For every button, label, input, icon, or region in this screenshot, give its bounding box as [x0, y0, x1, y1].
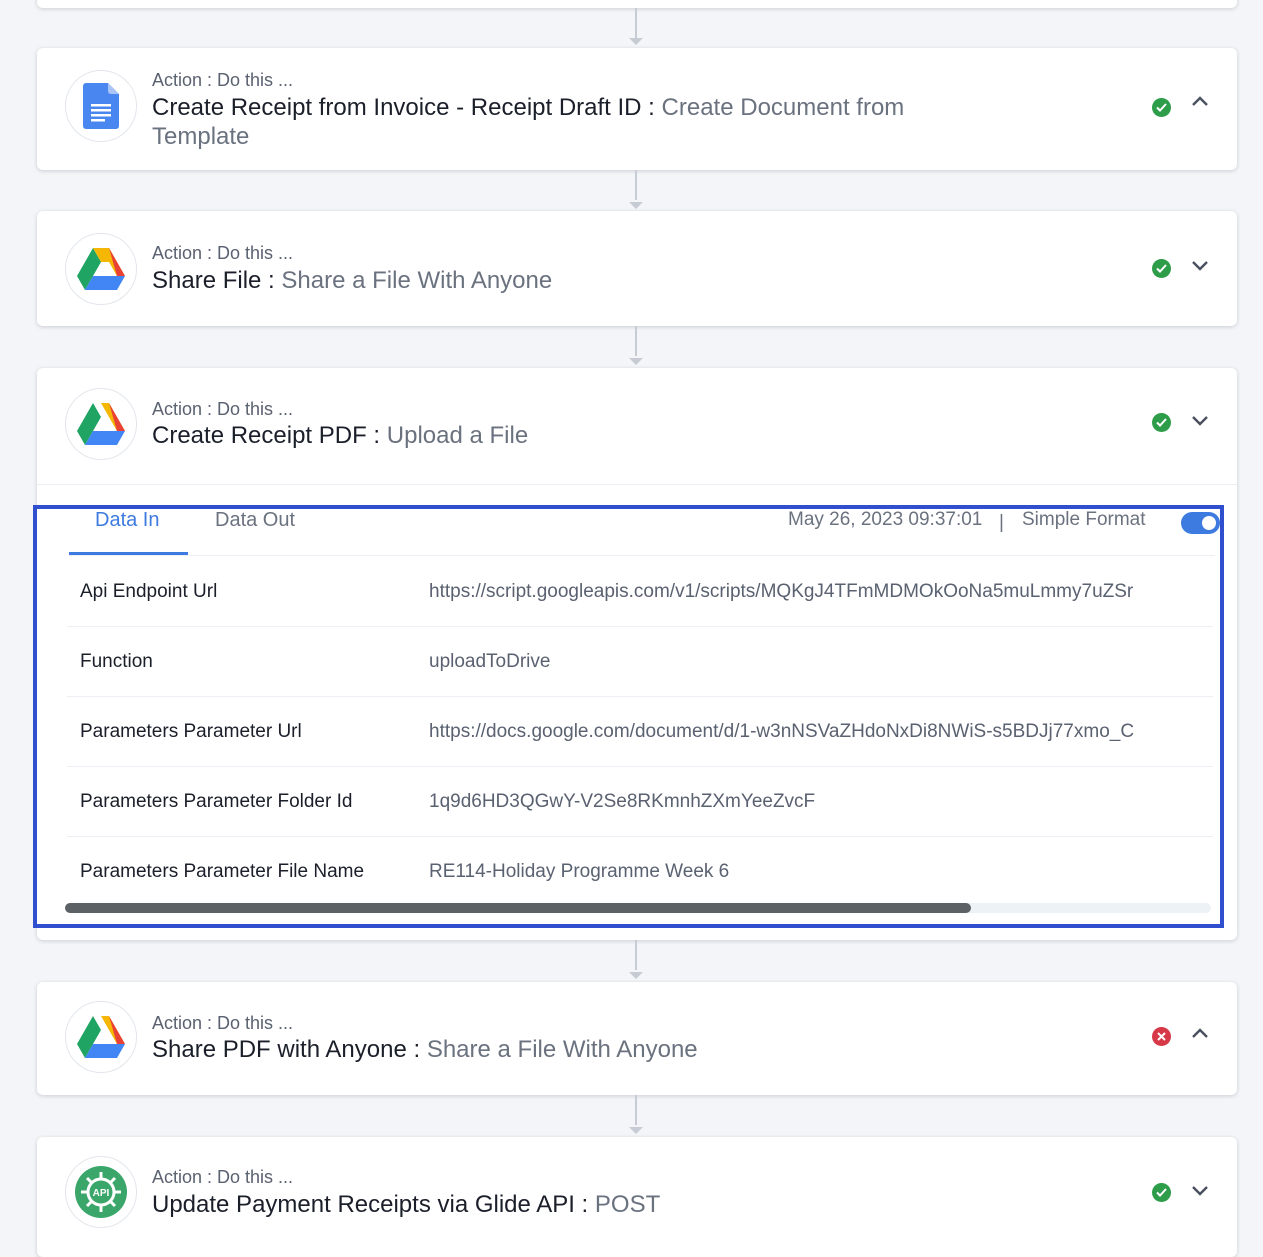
- tab-data-out[interactable]: Data Out: [215, 509, 295, 555]
- flow-arrow: [629, 972, 643, 979]
- step-title: Share PDF with Anyone : Share a File Wit…: [152, 1035, 912, 1064]
- table-row: Parameters Parameter File Name RE114-Hol…: [67, 837, 1213, 906]
- success-check-icon: [1152, 413, 1171, 432]
- step-event: Upload a File: [386, 422, 529, 449]
- data-tabs: Data In Data Out May 26, 2023 09:37:01 |…: [69, 509, 1220, 556]
- step-card-share-pdf[interactable]: Action : Do this ... Share PDF with Anyo…: [37, 982, 1237, 1095]
- header-divider: [37, 484, 1237, 485]
- step-name: Share File: [152, 267, 262, 294]
- google-docs-icon: [65, 70, 137, 142]
- scrollbar-thumb[interactable]: [65, 903, 971, 913]
- step-card-share-file[interactable]: Action : Do this ... Share File : Share …: [37, 211, 1237, 326]
- simple-format-toggle[interactable]: [1181, 512, 1220, 534]
- flow-connector: [635, 1095, 637, 1125]
- step-action-label: Action : Do this ...: [152, 1167, 294, 1187]
- row-value: RE114-Holiday Programme Week 6: [429, 861, 730, 882]
- run-timestamp: May 26, 2023 09:37:01: [788, 509, 983, 530]
- data-rows: Api Endpoint Url https://script.googleap…: [67, 557, 1213, 906]
- flow-connector: [635, 940, 637, 970]
- row-key: Parameters Parameter Folder Id: [80, 791, 353, 812]
- simple-format-label: Simple Format: [1022, 509, 1146, 530]
- flow-arrow: [629, 202, 643, 209]
- table-row: Api Endpoint Url https://script.googleap…: [67, 557, 1213, 627]
- data-panel: Data In Data Out May 26, 2023 09:37:01 |…: [33, 505, 1224, 928]
- row-value: https://script.googleapis.com/v1/scripts…: [429, 581, 1134, 602]
- success-check-icon: [1152, 259, 1171, 278]
- step-name: Create Receipt PDF: [152, 422, 367, 449]
- flow-arrow: [629, 1127, 643, 1134]
- chevron-up-icon[interactable]: [1190, 1024, 1210, 1044]
- table-row: Parameters Parameter Url https://docs.go…: [67, 697, 1213, 767]
- row-key: Parameters Parameter Url: [80, 721, 302, 742]
- api-icon: API: [65, 1156, 137, 1228]
- flow-connector: [635, 170, 637, 200]
- row-value: https://docs.google.com/document/d/1-w3n…: [429, 721, 1135, 742]
- step-action-label: Action : Do this ...: [152, 70, 294, 90]
- step-name: Share PDF with Anyone: [152, 1036, 407, 1063]
- row-key: Function: [80, 651, 153, 672]
- step-title: Share File : Share a File With Anyone: [152, 266, 912, 295]
- step-name: Create Receipt from Invoice - Receipt Dr…: [152, 94, 642, 121]
- success-check-icon: [1152, 1183, 1171, 1202]
- step-event: Share a File With Anyone: [281, 267, 553, 294]
- step-event: POST: [594, 1191, 661, 1218]
- google-drive-icon: [65, 388, 137, 460]
- step-card-update-glide[interactable]: API Action : Do this ... Update Payment …: [37, 1137, 1237, 1257]
- flow-arrow: [629, 38, 643, 45]
- step-title: Create Receipt from Invoice - Receipt Dr…: [152, 93, 912, 151]
- tab-data-in[interactable]: Data In: [95, 509, 159, 555]
- title-separator: :: [641, 94, 662, 121]
- title-separator: :: [574, 1191, 595, 1218]
- chevron-down-icon[interactable]: [1190, 1180, 1210, 1200]
- chevron-down-icon[interactable]: [1190, 255, 1210, 275]
- table-row: Function uploadToDrive: [67, 627, 1213, 697]
- horizontal-scrollbar[interactable]: [65, 903, 1211, 913]
- error-x-icon: [1152, 1027, 1171, 1046]
- step-action-label: Action : Do this ...: [152, 243, 294, 263]
- row-value: uploadToDrive: [429, 651, 551, 672]
- step-name: Update Payment Receipts via Glide API: [152, 1191, 575, 1218]
- row-value: 1q9d6HD3QGwY-V2Se8RKmnhZXmYeeZvcF: [429, 791, 816, 812]
- google-drive-icon: [65, 233, 137, 305]
- svg-text:API: API: [93, 1188, 110, 1199]
- step-title: Update Payment Receipts via Glide API : …: [152, 1190, 912, 1219]
- active-tab-indicator: [69, 552, 188, 555]
- step-action-label: Action : Do this ...: [152, 399, 294, 419]
- row-key: Api Endpoint Url: [80, 581, 218, 602]
- step-action-label: Action : Do this ...: [152, 1013, 294, 1033]
- header-divider-bar: |: [999, 512, 1004, 533]
- flow-connector: [635, 8, 637, 38]
- step-title: Create Receipt PDF : Upload a File: [152, 421, 912, 450]
- chevron-down-icon[interactable]: [1190, 410, 1210, 430]
- google-drive-icon: [65, 1001, 137, 1073]
- flow-connector: [635, 326, 637, 356]
- step-card-create-receipt[interactable]: Action : Do this ... Create Receipt from…: [37, 48, 1237, 170]
- toggle-knob: [1202, 516, 1216, 530]
- row-key: Parameters Parameter File Name: [80, 861, 365, 882]
- step-event: Share a File With Anyone: [426, 1036, 698, 1063]
- title-separator: :: [406, 1036, 427, 1063]
- table-row: Parameters Parameter Folder Id 1q9d6HD3Q…: [67, 767, 1213, 837]
- success-check-icon: [1152, 98, 1171, 117]
- previous-step-card: [37, 0, 1237, 8]
- chevron-up-icon[interactable]: [1190, 92, 1210, 112]
- title-separator: :: [261, 267, 282, 294]
- flow-arrow: [629, 358, 643, 365]
- title-separator: :: [366, 422, 387, 449]
